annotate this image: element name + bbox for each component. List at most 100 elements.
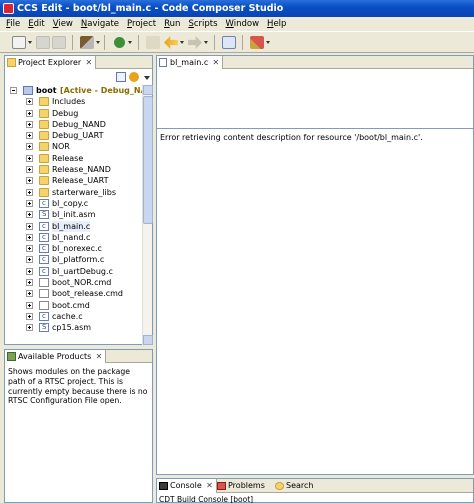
tree-item[interactable]: boot.cmd [5, 300, 143, 311]
tree-project-boot[interactable]: boot [Active - Debug_NAND [5, 85, 143, 96]
expand-icon[interactable] [26, 267, 33, 275]
build-hammer-icon[interactable] [80, 36, 94, 49]
expand-icon[interactable] [26, 199, 33, 207]
expand-icon[interactable] [26, 120, 33, 128]
new-icon[interactable] [12, 36, 26, 49]
expand-icon[interactable] [26, 143, 33, 151]
close-icon[interactable]: ✕ [96, 350, 103, 363]
tree-item[interactable]: NOR [5, 141, 143, 152]
expand-icon[interactable] [26, 166, 33, 174]
expand-icon[interactable] [26, 312, 33, 320]
tree-item-label: bl_copy.c [52, 198, 89, 208]
menu-edit[interactable]: Edit [24, 17, 48, 31]
console-panel: Console ✕ Problems Search CDT Build Cons… [156, 478, 474, 503]
expand-icon[interactable] [26, 109, 33, 117]
toolbar-separator [104, 35, 105, 50]
window-title-bar[interactable]: CCS Edit - boot/bl_main.c - Code Compose… [0, 0, 474, 17]
pin-dropdown-icon[interactable] [266, 41, 270, 44]
expand-icon[interactable] [26, 177, 33, 185]
forward-dropdown-icon[interactable] [204, 41, 208, 44]
tab-bl-main-c[interactable]: bl_main.c ✕ [157, 56, 224, 69]
tree-item[interactable]: bl_main.c [5, 220, 143, 232]
tab-available-products[interactable]: Available Products ✕ [5, 350, 107, 363]
expand-icon[interactable] [26, 154, 33, 162]
menu-view[interactable]: View [49, 17, 77, 31]
tree-item[interactable]: Debug_NAND [5, 119, 143, 130]
tree-item[interactable]: boot_release.cmd [5, 288, 143, 299]
save-all-icon[interactable] [52, 36, 66, 49]
tree-item[interactable]: Includes [5, 96, 143, 107]
tree-item[interactable]: bl_platform.c [5, 254, 143, 266]
expand-icon[interactable] [26, 290, 33, 298]
collapse-all-icon[interactable] [116, 72, 126, 82]
link-with-editor-icon[interactable] [129, 72, 139, 82]
tree-item[interactable]: cp15.asm [5, 322, 143, 334]
menu-navigate[interactable]: Navigate [77, 17, 123, 31]
back-dropdown-icon[interactable] [180, 41, 184, 44]
problems-icon [217, 482, 226, 490]
tree-item[interactable]: boot_NOR.cmd [5, 277, 143, 288]
editor-tab-label: bl_main.c [170, 58, 209, 67]
available-products-view: Available Products ✕ Shows modules on th… [4, 349, 153, 503]
debug-dropdown-icon[interactable] [128, 41, 132, 44]
tree-item-label: bl_nand.c [52, 232, 91, 242]
expand-icon[interactable] [26, 324, 33, 332]
expand-icon[interactable] [26, 132, 33, 140]
scrollbar-thumb[interactable] [143, 96, 153, 224]
expand-icon[interactable] [26, 98, 33, 106]
close-icon[interactable]: ✕ [213, 56, 220, 69]
cmd-file-icon [39, 300, 49, 310]
menu-help[interactable]: Help [263, 17, 290, 31]
tab-label: Problems [228, 481, 265, 490]
tree-item[interactable]: bl_init.asm [5, 209, 143, 221]
menu-scripts[interactable]: Scripts [184, 17, 221, 31]
project-folder-icon [23, 86, 33, 95]
last-edit-location-icon[interactable] [146, 36, 160, 49]
expand-icon[interactable] [26, 233, 33, 241]
tree-item[interactable]: bl_uartDebug.c [5, 266, 143, 277]
build-dropdown-icon[interactable] [96, 41, 100, 44]
debug-bug-icon[interactable] [114, 37, 125, 48]
tab-search[interactable]: Search [273, 479, 317, 493]
forward-arrow-icon[interactable] [188, 36, 202, 49]
new-dropdown-icon[interactable] [28, 41, 32, 44]
back-arrow-icon[interactable] [164, 36, 178, 49]
expand-icon[interactable] [26, 222, 33, 230]
tree-item[interactable]: bl_nand.c [5, 232, 143, 243]
menu-window[interactable]: Window [222, 17, 264, 31]
close-icon[interactable]: ✕ [86, 56, 93, 69]
expand-icon[interactable] [26, 279, 33, 287]
menu-project[interactable]: Project [123, 17, 160, 31]
project-explorer-actions [5, 70, 152, 85]
tree-item[interactable]: Release_NAND [5, 164, 143, 175]
perspective-icon[interactable] [222, 36, 236, 49]
expand-icon[interactable] [26, 301, 33, 309]
products-icon [7, 352, 16, 361]
tree-item[interactable]: Debug [5, 108, 143, 119]
collapse-icon[interactable] [10, 87, 17, 94]
tree-item[interactable]: starterware_libs [5, 187, 143, 198]
scroll-down-arrow-icon[interactable] [143, 335, 153, 345]
tree-item[interactable]: Debug_UART [5, 130, 143, 141]
tree-item[interactable]: cache.c [5, 311, 143, 322]
view-menu-icon[interactable] [144, 76, 150, 80]
save-icon[interactable] [36, 36, 50, 49]
expand-icon[interactable] [26, 211, 33, 219]
expand-icon[interactable] [26, 188, 33, 196]
project-tree-scrollbar[interactable] [142, 85, 153, 345]
tab-project-explorer[interactable]: Project Explorer ✕ [5, 56, 97, 69]
tree-item[interactable]: Release [5, 153, 143, 164]
menu-run[interactable]: Run [160, 17, 184, 31]
tree-item[interactable]: Release_UART [5, 175, 143, 186]
tab-problems[interactable]: Problems [215, 479, 269, 493]
tree-item[interactable]: bl_norexec.c [5, 243, 143, 254]
pin-icon[interactable] [250, 36, 264, 49]
close-icon[interactable]: ✕ [206, 479, 213, 493]
expand-icon[interactable] [26, 245, 33, 253]
tree-item-label: bl_init.asm [52, 210, 96, 220]
tab-console[interactable]: Console ✕ [157, 479, 217, 493]
scroll-up-arrow-icon[interactable] [143, 85, 153, 95]
menu-file[interactable]: File [2, 17, 24, 31]
tree-item[interactable]: bl_copy.c [5, 198, 143, 209]
expand-icon[interactable] [26, 256, 33, 264]
